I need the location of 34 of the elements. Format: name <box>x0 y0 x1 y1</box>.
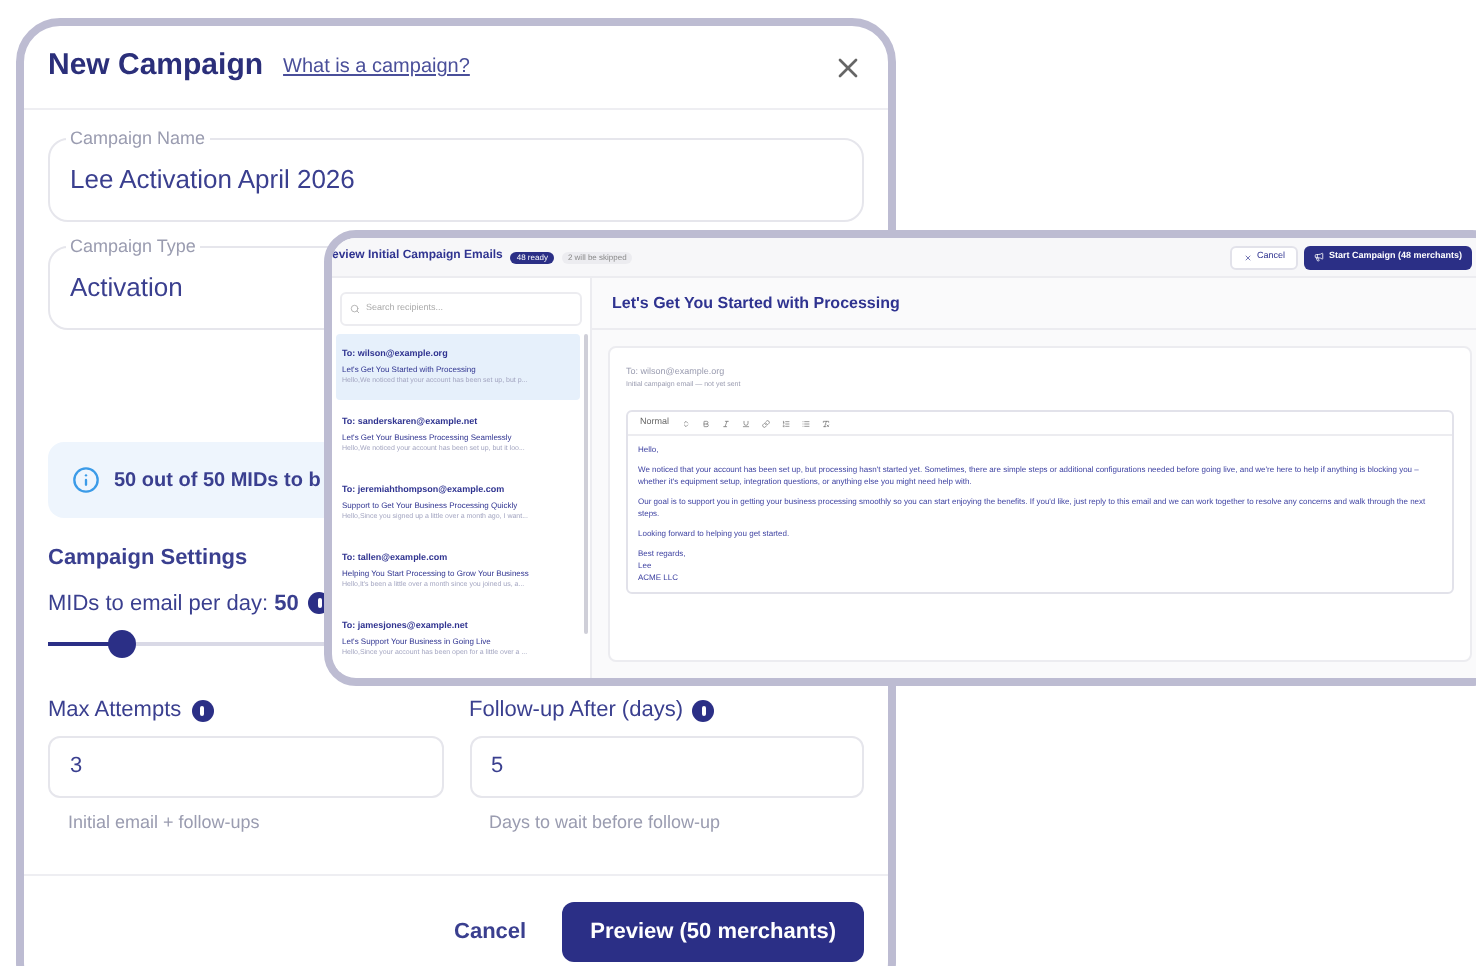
helper-text: Initial email + follow-ups <box>68 809 262 836</box>
field-label: Follow-up After (days) <box>469 696 683 726</box>
info-text: 50 out of 50 MIDs to b <box>114 467 321 495</box>
bold-icon[interactable] <box>701 419 710 427</box>
section-heading: Campaign Settings <box>48 544 248 574</box>
link-icon[interactable] <box>761 419 770 427</box>
email-editor[interactable] <box>626 410 1454 594</box>
helper-text: Days to wait before follow-up <box>489 809 723 836</box>
underline-icon[interactable] <box>741 419 750 427</box>
field-value: Lee Activation April 2026 <box>70 162 355 199</box>
number-field[interactable]: 3 <box>48 735 443 797</box>
help-link[interactable]: What is a campaign? <box>283 52 470 82</box>
field-label: Max Attempts <box>48 696 182 726</box>
clear-format-icon[interactable] <box>821 419 830 427</box>
field-value: 5 <box>491 751 504 782</box>
field-value: Activation <box>70 270 183 307</box>
preview-button[interactable]: Preview (50 merchants) <box>562 902 864 962</box>
numbered-list-icon[interactable] <box>781 419 790 427</box>
field-label: Campaign Name <box>66 128 210 150</box>
search-icon <box>350 304 360 314</box>
slider-thumb[interactable] <box>107 630 136 658</box>
italic-icon[interactable] <box>721 419 730 427</box>
info-icon <box>692 699 715 722</box>
field-label: Campaign Type <box>66 236 200 258</box>
info-icon <box>72 466 100 494</box>
megaphone-icon <box>1314 252 1325 262</box>
cancel-button[interactable]: Cancel <box>454 902 527 962</box>
per-day-label: MIDs to email per day: 50 <box>48 589 299 619</box>
field-value: 3 <box>70 751 83 782</box>
number-field[interactable]: 5 <box>469 735 864 797</box>
dialog-title: New Campaign <box>48 46 264 87</box>
info-icon <box>191 699 214 722</box>
bullet-list-icon[interactable] <box>801 419 810 427</box>
email-title: Let's Get You Started with Processing <box>612 291 900 315</box>
